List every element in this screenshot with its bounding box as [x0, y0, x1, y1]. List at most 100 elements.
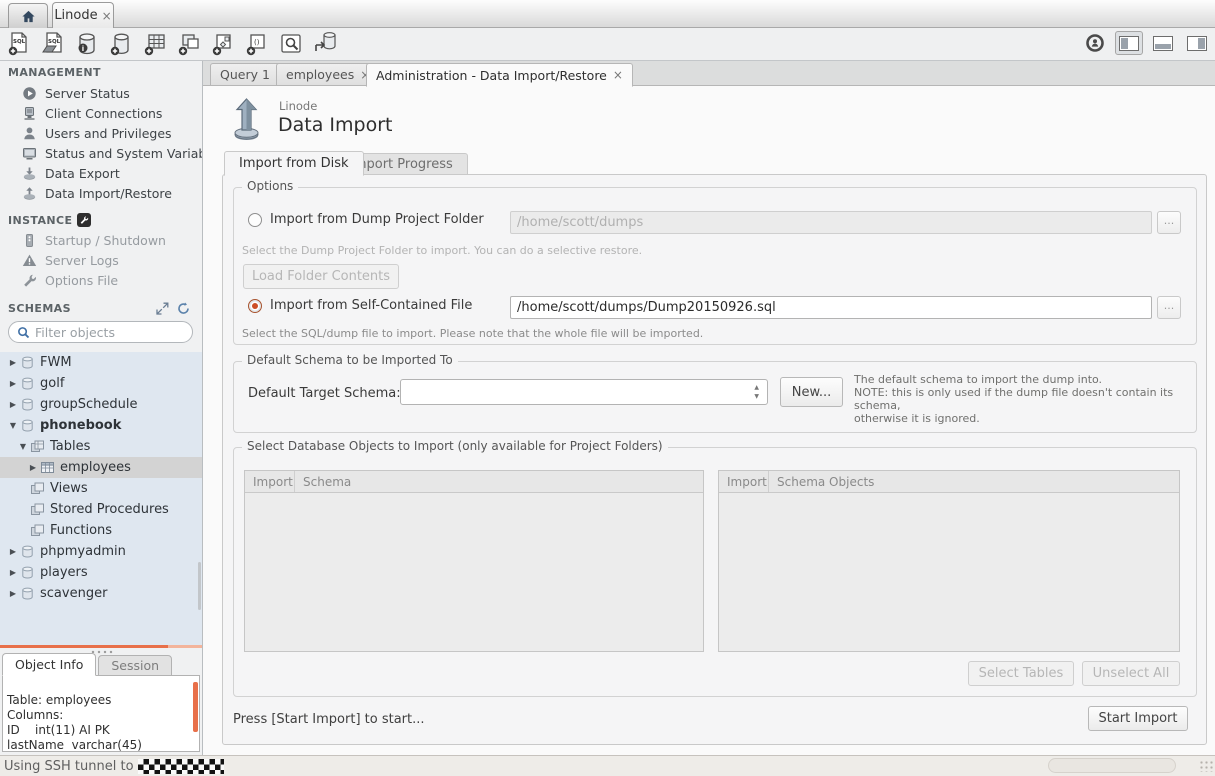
- schemas-table[interactable]: Import Schema: [244, 470, 704, 652]
- management-section-title: MANAGEMENT: [0, 66, 101, 79]
- tree-item-scavenger[interactable]: ▶ scavenger: [0, 583, 202, 604]
- self-contained-radio-row[interactable]: Import from Self-Contained File: [248, 298, 472, 313]
- connection-tab-strip: Linode ×: [0, 0, 1215, 28]
- home-tab[interactable]: [8, 3, 48, 28]
- chevron-right-icon[interactable]: ▶: [26, 463, 40, 472]
- object-info-scrollbar[interactable]: [193, 682, 198, 732]
- self-contained-radio[interactable]: [248, 299, 262, 313]
- unselect-all-button[interactable]: Unselect All: [1082, 661, 1180, 686]
- tree-item-employees[interactable]: ▶ employees: [0, 457, 202, 478]
- options-groupbox: Options Import from Dump Project Folder …: [233, 187, 1197, 345]
- new-query-tab-icon[interactable]: SQL: [6, 30, 32, 58]
- reconnect-db-icon[interactable]: [312, 30, 338, 58]
- sidebar-item-status-variables[interactable]: Status and System Variables: [0, 143, 202, 163]
- tab-administration-data-import[interactable]: Administration - Data Import/Restore ×: [366, 63, 633, 87]
- create-view-icon[interactable]: [176, 30, 202, 58]
- tree-item-phpmyadmin[interactable]: ▶ phpmyadmin: [0, 541, 202, 562]
- data-import-page: Linode Data Import Import from Disk Impo…: [203, 86, 1215, 755]
- main-toolbar: SQL SQL i (): [0, 28, 1215, 61]
- tab-import-from-disk[interactable]: Import from Disk: [224, 151, 364, 176]
- schema-filter[interactable]: [8, 321, 193, 343]
- sidebar-item-data-export[interactable]: Data Export: [0, 163, 202, 183]
- management-items: Server Status Client Connections Users a…: [0, 83, 202, 203]
- schema-tree-scrollbar[interactable]: [198, 562, 201, 610]
- refresh-schemas-icon[interactable]: [177, 302, 190, 315]
- status-bar: Using SSH tunnel to: [0, 755, 1215, 776]
- combobox-spinner-icon[interactable]: ▲ ▼: [754, 383, 759, 401]
- default-target-schema-combobox[interactable]: ▲ ▼: [400, 379, 768, 405]
- objects-legend: Select Database Objects to Import (only …: [242, 439, 668, 453]
- chevron-down-icon[interactable]: ▼: [6, 421, 20, 430]
- close-icon[interactable]: ×: [102, 9, 112, 23]
- tree-item-fwm[interactable]: ▶ FWM: [0, 352, 202, 373]
- schema-icon: [20, 418, 35, 433]
- close-icon[interactable]: ×: [613, 68, 623, 82]
- search-data-icon[interactable]: [278, 30, 304, 58]
- sidebar-item-server-status[interactable]: Server Status: [0, 83, 202, 103]
- tree-item-views[interactable]: Views: [0, 478, 202, 499]
- browse-file-button[interactable]: ...: [1157, 296, 1181, 319]
- create-procedure-icon[interactable]: [210, 30, 236, 58]
- chevron-right-icon[interactable]: ▶: [6, 379, 20, 388]
- chevron-down-icon[interactable]: ▼: [16, 442, 30, 451]
- schema-filter-input[interactable]: [35, 325, 175, 340]
- dump-folder-radio-label: Import from Dump Project Folder: [270, 212, 484, 227]
- new-schema-button[interactable]: New...: [780, 377, 843, 407]
- start-import-button[interactable]: Start Import: [1088, 706, 1188, 731]
- select-tables-button[interactable]: Select Tables: [968, 661, 1074, 686]
- load-folder-contents-button[interactable]: Load Folder Contents: [243, 264, 399, 289]
- connection-tab-linode[interactable]: Linode ×: [52, 2, 114, 28]
- default-schema-note: The default schema to import the dump in…: [854, 373, 1196, 425]
- tab-session[interactable]: Session: [98, 655, 172, 676]
- user-circle-icon[interactable]: [1081, 31, 1109, 55]
- chevron-right-icon[interactable]: ▶: [6, 568, 20, 577]
- sidebar-item-users-privileges[interactable]: Users and Privileges: [0, 123, 202, 143]
- sidebar-item-startup-shutdown[interactable]: Startup / Shutdown: [0, 230, 202, 250]
- schema-objects-table[interactable]: Import Schema Objects: [718, 470, 1180, 652]
- resize-grip[interactable]: [1199, 760, 1213, 772]
- self-contained-path-input[interactable]: [510, 296, 1152, 319]
- create-schema-icon[interactable]: [108, 30, 134, 58]
- toggle-left-sidebar-icon[interactable]: [1115, 31, 1143, 55]
- tree-item-golf[interactable]: ▶ golf: [0, 373, 202, 394]
- sidebar-splitter[interactable]: [0, 645, 168, 648]
- expand-schemas-icon[interactable]: [156, 302, 169, 315]
- toggle-bottom-panel-icon[interactable]: [1149, 31, 1177, 55]
- tree-item-functions[interactable]: Functions: [0, 520, 202, 541]
- schema-inspector-icon[interactable]: i: [74, 30, 100, 58]
- data-import-icon: [22, 186, 37, 201]
- create-table-icon[interactable]: [142, 30, 168, 58]
- tree-item-stored-procedures[interactable]: Stored Procedures: [0, 499, 202, 520]
- dump-folder-radio[interactable]: [248, 213, 262, 227]
- schema-tree: ▶ FWM ▶ golf ▶ groupSchedule ▼ phonebook…: [0, 352, 202, 645]
- chevron-right-icon[interactable]: ▶: [6, 358, 20, 367]
- tree-item-phonebook[interactable]: ▼ phonebook: [0, 415, 202, 436]
- browse-folder-button[interactable]: ...: [1157, 211, 1181, 234]
- schema-icon: [20, 565, 35, 580]
- sidebar-item-data-import[interactable]: Data Import/Restore: [0, 183, 202, 203]
- tree-item-players[interactable]: ▶ players: [0, 562, 202, 583]
- sidebar-item-client-connections[interactable]: Client Connections: [0, 103, 202, 123]
- schema-icon: [20, 397, 35, 412]
- create-function-icon[interactable]: (): [244, 30, 270, 58]
- dump-folder-radio-row[interactable]: Import from Dump Project Folder: [248, 212, 484, 227]
- table-icon: [40, 460, 55, 475]
- tree-item-groupschedule[interactable]: ▶ groupSchedule: [0, 394, 202, 415]
- redacted-host: [138, 759, 224, 774]
- tab-object-info[interactable]: Object Info: [2, 653, 96, 676]
- tab-employees[interactable]: employees ×: [276, 63, 380, 86]
- schema-icon: [20, 586, 35, 601]
- tree-item-tables[interactable]: ▼ Tables: [0, 436, 202, 457]
- dump-folder-path-input[interactable]: [510, 211, 1152, 234]
- open-sql-file-icon[interactable]: SQL: [40, 30, 66, 58]
- toggle-right-sidebar-icon[interactable]: [1183, 31, 1211, 55]
- startup-shutdown-icon: [22, 233, 37, 248]
- chevron-right-icon[interactable]: ▶: [6, 547, 20, 556]
- chevron-right-icon[interactable]: ▶: [6, 589, 20, 598]
- instance-section-title: INSTANCE: [0, 213, 91, 227]
- sidebar-item-server-logs[interactable]: Server Logs: [0, 250, 202, 270]
- functions-folder-icon: [30, 523, 45, 538]
- chevron-right-icon[interactable]: ▶: [6, 400, 20, 409]
- sidebar-item-options-file[interactable]: Options File: [0, 270, 202, 290]
- object-info-line: ID int(11) AI PK: [7, 723, 110, 737]
